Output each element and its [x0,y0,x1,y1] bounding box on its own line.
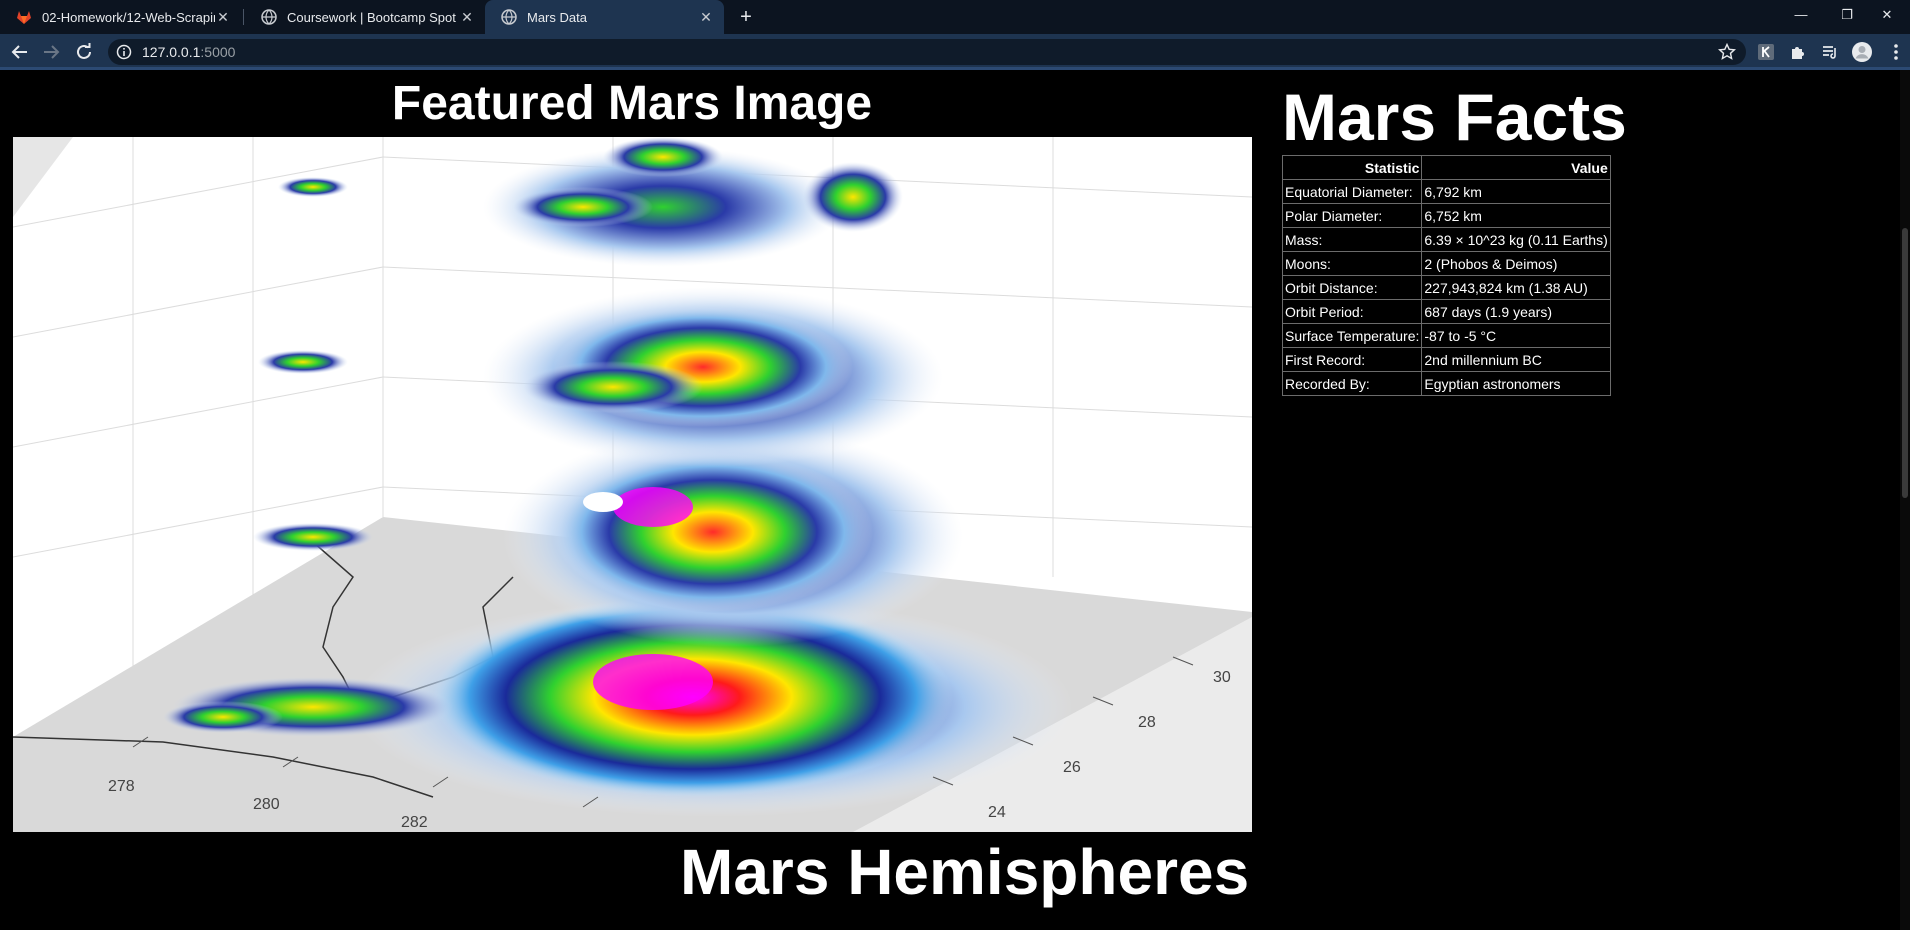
tab-mars-data[interactable]: Mars Data ✕ [485,0,724,34]
media-queue-icon[interactable] [1818,40,1842,64]
fact-label: Moons: [1281,251,1423,276]
close-window-button[interactable]: ✕ [1864,0,1910,30]
page-content: Featured Mars Image 278 280 282 24 26 28… [0,70,1910,930]
featured-mars-image[interactable]: 278 280 282 284 24 26 28 30 [13,137,1252,832]
table-header-row: Statistic Value [1281,155,1611,180]
close-tab-icon[interactable]: ✕ [215,9,231,25]
x-axis-tick-284: 284 [547,830,574,832]
browser-toolbar: 127.0.0.1:5000 [0,34,1910,70]
fact-value: Egyptian astronomers [1421,371,1611,396]
featured-image-heading: Featured Mars Image [391,77,873,130]
reload-button[interactable] [70,38,98,66]
table-row: Equatorial Diameter: 6,792 km [1281,179,1611,204]
fact-label: Mass: [1281,227,1423,252]
mars-facts-heading: Mars Facts [1282,80,1627,154]
extension-k-icon[interactable] [1754,40,1778,64]
x-axis-tick-280: 280 [253,796,280,813]
x-axis-tick-278: 278 [108,778,135,795]
fact-label: Polar Diameter: [1281,203,1423,228]
table-row: Mass: 6.39 × 10^23 kg (0.11 Earths) [1281,227,1611,252]
globe-icon [261,9,277,25]
profile-avatar-icon[interactable] [1850,40,1874,64]
y-axis-tick-24: 24 [988,804,1006,821]
tab-title: 02-Homework/12-Web-Scraping [42,9,215,25]
tab-strip: 02-Homework/12-Web-Scraping ✕ Coursework… [0,0,1910,34]
tab-title: Mars Data [527,9,587,25]
fact-value: 227,943,824 km (1.38 AU) [1421,275,1611,300]
forward-arrow-icon [44,45,60,59]
fact-label: Recorded By: [1281,371,1423,396]
fact-value: 6,752 km [1421,203,1611,228]
site-info-icon[interactable] [116,44,132,60]
tab-coursework[interactable]: Coursework | Bootcamp Spot ✕ [245,0,485,34]
new-tab-button[interactable]: + [733,4,759,30]
table-row: Moons: 2 (Phobos & Deimos) [1281,251,1611,276]
close-tab-icon[interactable]: ✕ [698,9,714,25]
fact-label: Surface Temperature: [1281,323,1423,348]
fact-value: 687 days (1.9 years) [1421,299,1611,324]
globe-icon [501,9,517,25]
table-row: Recorded By: Egyptian astronomers [1281,371,1611,396]
fact-value: -87 to -5 °C [1421,323,1611,348]
table-row: Polar Diameter: 6,752 km [1281,203,1611,228]
table-row: Orbit Distance: 227,943,824 km (1.38 AU) [1281,275,1611,300]
address-bar[interactable]: 127.0.0.1:5000 [108,39,1746,65]
y-axis-tick-26: 26 [1063,759,1081,776]
vertical-scrollbar[interactable] [1900,70,1910,930]
x-axis-tick-282: 282 [401,814,428,831]
table-row: Orbit Period: 687 days (1.9 years) [1281,299,1611,324]
tab-separator [243,9,244,25]
url-port: :5000 [200,44,236,60]
minimize-button[interactable]: — [1778,0,1824,30]
url-text: 127.0.0.1:5000 [142,44,235,60]
y-axis-tick-30: 30 [1213,669,1231,686]
close-tab-icon[interactable]: ✕ [459,9,475,25]
column-header-value: Value [1421,155,1611,180]
reload-icon [77,43,91,59]
tab-title: Coursework | Bootcamp Spot [287,9,456,25]
fact-value: 6.39 × 10^23 kg (0.11 Earths) [1421,227,1611,252]
hemispheres-heading: Mars Hemispheres [680,836,1250,908]
fact-label: Orbit Distance: [1281,275,1423,300]
url-host: 127.0.0.1 [142,44,201,60]
column-header-statistic: Statistic [1281,155,1423,180]
table-row: Surface Temperature: -87 to -5 °C [1281,323,1611,348]
fact-label: Orbit Period: [1281,299,1423,324]
fact-label: First Record: [1281,347,1423,372]
table-row: First Record: 2nd millennium BC [1281,347,1611,372]
fact-value: 2nd millennium BC [1421,347,1611,372]
forward-button[interactable] [37,38,65,66]
bookmark-star-icon[interactable] [1717,42,1737,61]
gitlab-icon [16,9,32,25]
y-axis-tick-28: 28 [1138,714,1156,731]
menu-kebab-icon[interactable] [1886,40,1906,64]
extensions-puzzle-icon[interactable] [1786,40,1810,64]
fact-value: 2 (Phobos & Deimos) [1421,251,1611,276]
back-button[interactable] [6,38,34,66]
fact-value: 6,792 km [1421,179,1611,204]
scrollbar-thumb[interactable] [1902,228,1908,498]
tab-homework[interactable]: 02-Homework/12-Web-Scraping ✕ [0,0,241,34]
fact-label: Equatorial Diameter: [1281,179,1423,204]
back-arrow-icon [11,45,27,59]
mars-facts-table: Statistic Value Equatorial Diameter: 6,79… [1281,155,1611,396]
